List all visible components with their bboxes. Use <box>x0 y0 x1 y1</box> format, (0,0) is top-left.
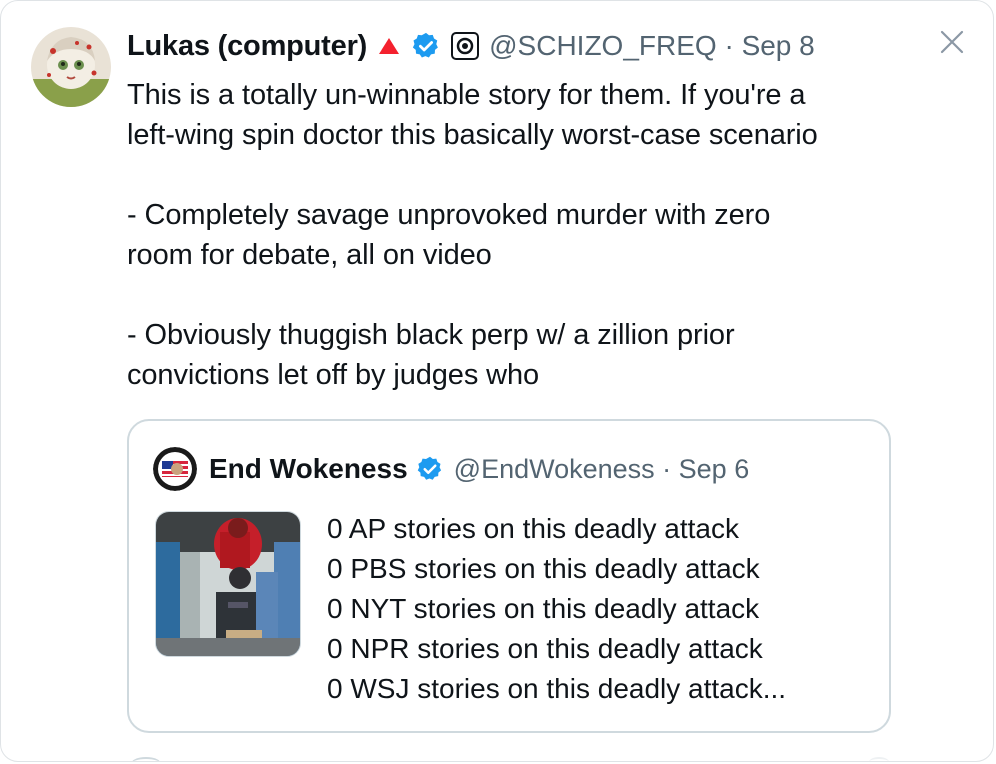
tweet-text-line: - Obviously thuggish black perp w/ a zil… <box>127 319 735 351</box>
quoted-tweet-header: End Wokeness @EndWokeness · Sep 6 <box>153 447 749 491</box>
close-icon[interactable] <box>937 27 967 57</box>
quoted-tweet[interactable]: End Wokeness @EndWokeness · Sep 6 0 AP s… <box>127 419 891 733</box>
author-avatar[interactable] <box>31 27 111 107</box>
quoted-text-line: 0 PBS stories on this deadly attack <box>327 553 760 584</box>
quoted-text-line: 0 NYT stories on this deadly attack <box>327 593 760 624</box>
verified-badge-icon[interactable] <box>416 455 444 483</box>
tweet-card: Lukas (computer) @SCHIZO_FREQ · Sep 8 Th… <box>0 0 994 762</box>
author-display-name[interactable]: Lukas (computer) <box>127 30 367 63</box>
quoted-media-thumbnail[interactable] <box>155 511 301 657</box>
quoted-text-line: 0 NPR stories on this deadly attack <box>327 633 763 664</box>
quoted-text-line: 0 AP stories on this deadly attack <box>327 513 739 544</box>
author-handle-date[interactable]: @SCHIZO_FREQ · Sep 8 <box>489 30 815 62</box>
quoted-author-display-name[interactable]: End Wokeness <box>209 453 408 485</box>
action-bar-hint <box>869 757 889 761</box>
action-bar-hint <box>131 757 161 761</box>
circle-target-icon <box>451 32 480 60</box>
tweet-text: This is a totally un-winnable story for … <box>127 75 927 395</box>
tweet-text-line: This is a totally un-winnable story for … <box>127 79 806 111</box>
quoted-author-handle-date[interactable]: @EndWokeness · Sep 6 <box>454 454 750 485</box>
quoted-text-line: 0 WSJ stories on this deadly attack... <box>327 673 787 704</box>
tweet-text-line: convictions let off by judges who <box>127 359 540 391</box>
quoted-tweet-text: 0 AP stories on this deadly attack 0 PBS… <box>327 509 786 709</box>
red-triangle-icon <box>377 36 401 56</box>
tweet-text-line: room for debate, all on video <box>127 239 492 271</box>
tweet-text-line: left-wing spin doctor this basically wor… <box>127 119 818 151</box>
verified-badge-icon[interactable] <box>411 31 441 61</box>
tweet-text-line: - Completely savage unprovoked murder wi… <box>127 199 771 231</box>
quoted-author-avatar[interactable] <box>153 447 197 491</box>
tweet-header: Lukas (computer) @SCHIZO_FREQ · Sep 8 <box>127 25 815 67</box>
